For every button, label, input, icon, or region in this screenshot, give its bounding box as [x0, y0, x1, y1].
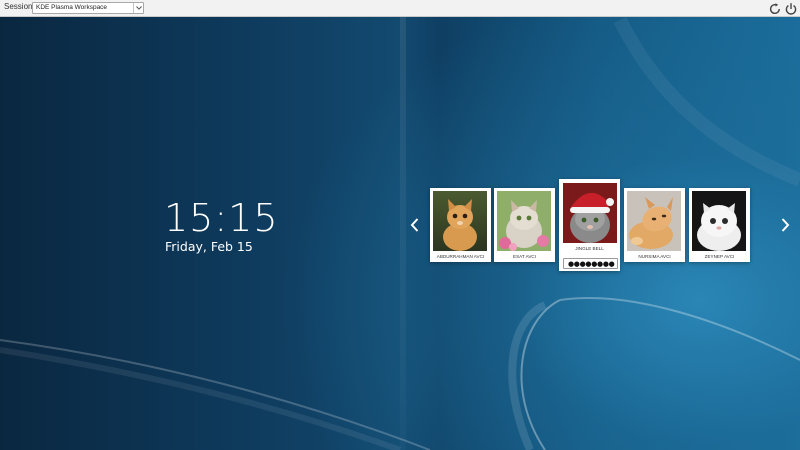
cat-tabby-kitten-icon — [433, 191, 487, 251]
cat-kitten-flowers-icon — [497, 191, 551, 251]
user-card-esat[interactable]: ESAT AVCI — [494, 188, 555, 262]
session-select-value: KDE Plasma Workspace — [36, 4, 108, 11]
clock-date: Friday, Feb 15 — [165, 239, 253, 254]
chevron-down-icon — [133, 3, 143, 13]
cat-white-persian-icon — [692, 191, 746, 251]
user-name: NURSIMA AVCI — [638, 254, 671, 259]
password-input[interactable]: ●●●●●●●● — [563, 258, 618, 269]
user-name: ESAT AVCI — [513, 254, 536, 259]
cat-santa-hat-icon — [563, 183, 617, 243]
user-avatar — [627, 191, 681, 251]
user-name: ABDURRAHMAN AVCI — [436, 254, 485, 259]
shutdown-button[interactable] — [784, 1, 798, 15]
user-card-nursima[interactable]: NURSIMA AVCI — [624, 188, 685, 262]
user-avatar — [692, 191, 746, 251]
user-name: ZEYNEP AVCI — [704, 254, 735, 259]
restart-icon — [769, 3, 780, 15]
user-name: JINGLE BELL — [575, 246, 604, 251]
next-user-button[interactable] — [778, 216, 792, 234]
cat-playful-kitten-icon — [627, 191, 681, 251]
chevron-left-icon — [410, 218, 419, 232]
top-bar: Sessions: KDE Plasma Workspace — [0, 0, 800, 17]
user-card-zeynep[interactable]: ZEYNEP AVCI — [689, 188, 750, 262]
restart-button[interactable] — [768, 1, 782, 15]
previous-user-button[interactable] — [408, 216, 422, 234]
user-avatar — [563, 183, 617, 243]
user-avatar — [497, 191, 551, 251]
clock-time: 15:15 — [164, 196, 279, 240]
user-card-abdurrahman[interactable]: ABDURRAHMAN AVCI — [430, 188, 491, 262]
chevron-right-icon — [781, 218, 790, 232]
power-icon — [785, 3, 797, 15]
user-card-jingle-bell[interactable]: JINGLE BELL ●●●●●●●● — [559, 179, 620, 271]
session-select[interactable]: KDE Plasma Workspace — [32, 2, 144, 14]
user-avatar — [433, 191, 487, 251]
password-mask: ●●●●●●●● — [568, 260, 615, 268]
